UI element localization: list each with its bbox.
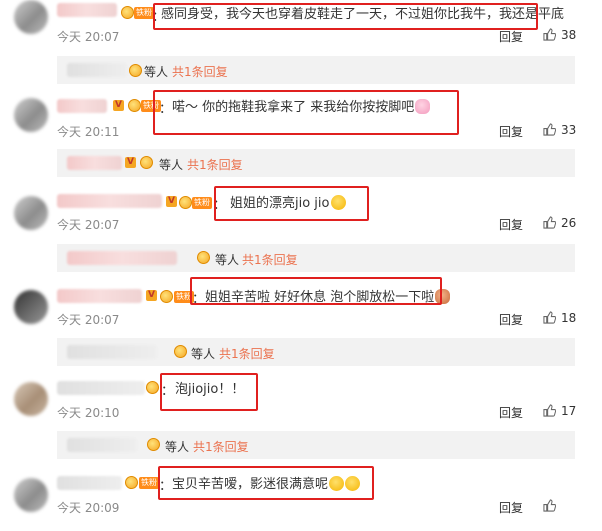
verified-v-icon: V	[146, 290, 157, 301]
timestamp: 今天 20:07	[57, 30, 120, 44]
highlight-box	[214, 186, 369, 221]
thumb-up-icon	[543, 311, 556, 324]
reply-button[interactable]: 回复	[499, 28, 523, 45]
avatar[interactable]	[14, 382, 48, 416]
coin-badge-icon	[125, 476, 138, 489]
coin-badge-icon	[174, 345, 187, 358]
sub-thread: V 等人 共1条回复	[57, 149, 575, 177]
view-replies-link[interactable]: 共1条回复	[193, 438, 249, 455]
like-button[interactable]: 18	[543, 311, 576, 325]
username-blurred[interactable]	[67, 251, 177, 265]
username-blurred[interactable]	[57, 381, 145, 395]
sub-thread: 等人 共1条回复	[57, 56, 575, 84]
sub-thread-prefix: 等人	[159, 158, 184, 172]
timestamp: 今天 20:07	[57, 218, 120, 232]
sub-thread-prefix: 等人	[215, 253, 240, 267]
timestamp: 今天 20:11	[57, 125, 120, 139]
highlight-box	[190, 277, 442, 305]
timestamp: 今天 20:09	[57, 501, 120, 515]
thumb-up-icon	[543, 28, 556, 41]
avatar[interactable]	[14, 478, 48, 512]
username-blurred[interactable]	[67, 63, 127, 77]
username-blurred[interactable]	[67, 345, 157, 359]
reply-button[interactable]: 回复	[499, 404, 523, 421]
username-blurred[interactable]	[57, 476, 122, 490]
reply-button[interactable]: 回复	[499, 311, 523, 328]
thumb-up-icon	[543, 404, 556, 417]
coin-badge-icon	[128, 99, 141, 112]
highlight-box	[158, 466, 374, 500]
username-blurred[interactable]	[67, 156, 122, 170]
sub-thread-prefix: 等人	[191, 347, 216, 361]
reply-button[interactable]: 回复	[499, 216, 523, 233]
fan-badge: 铁粉	[139, 477, 159, 489]
thumb-up-icon	[543, 123, 556, 136]
coin-badge-icon	[129, 64, 142, 77]
timestamp: 今天 20:07	[57, 313, 120, 327]
like-button[interactable]: 33	[543, 123, 576, 137]
like-button[interactable]: 38	[543, 28, 576, 42]
view-replies-link[interactable]: 共1条回复	[187, 156, 243, 173]
sub-thread: 等人 共1条回复	[57, 431, 575, 459]
coin-badge-icon	[179, 196, 192, 209]
view-replies-link[interactable]: 共1条回复	[219, 345, 275, 362]
username-blurred[interactable]	[67, 438, 137, 452]
username-blurred[interactable]	[57, 194, 162, 208]
username-blurred[interactable]	[57, 3, 117, 17]
reply-button[interactable]: 回复	[499, 123, 523, 140]
like-button[interactable]	[543, 499, 561, 513]
timestamp: 今天 20:10	[57, 406, 120, 420]
avatar[interactable]	[14, 196, 48, 230]
username-blurred[interactable]	[57, 99, 107, 113]
coin-badge-icon	[121, 6, 134, 19]
username-blurred[interactable]	[57, 289, 142, 303]
avatar[interactable]	[14, 0, 48, 34]
thumb-up-icon	[543, 499, 556, 512]
highlight-box	[153, 3, 538, 30]
coin-badge-icon	[197, 251, 210, 264]
sub-thread: 等人 共1条回复	[57, 338, 575, 366]
fan-badge: 铁粉	[192, 197, 212, 209]
verified-v-icon: V	[125, 157, 136, 168]
sub-thread-prefix: 等人	[144, 65, 169, 79]
thumb-up-icon	[543, 216, 556, 229]
verified-v-icon: V	[166, 196, 177, 207]
coin-badge-icon	[140, 156, 153, 169]
view-replies-link[interactable]: 共1条回复	[242, 251, 298, 268]
coin-badge-icon	[146, 381, 159, 394]
view-replies-link[interactable]: 共1条回复	[172, 63, 228, 80]
sub-thread: 等人 共1条回复	[57, 244, 575, 272]
sub-thread-prefix: 等人	[165, 440, 190, 454]
verified-v-icon: V	[113, 100, 124, 111]
highlight-box	[160, 373, 258, 411]
avatar[interactable]	[14, 290, 48, 324]
coin-badge-icon	[147, 438, 160, 451]
like-button[interactable]: 26	[543, 216, 576, 230]
reply-button[interactable]: 回复	[499, 499, 523, 516]
like-button[interactable]: 17	[543, 404, 576, 418]
fan-badge: 铁粉	[134, 7, 154, 19]
coin-badge-icon	[160, 290, 173, 303]
avatar[interactable]	[14, 98, 48, 132]
highlight-box	[153, 90, 459, 135]
